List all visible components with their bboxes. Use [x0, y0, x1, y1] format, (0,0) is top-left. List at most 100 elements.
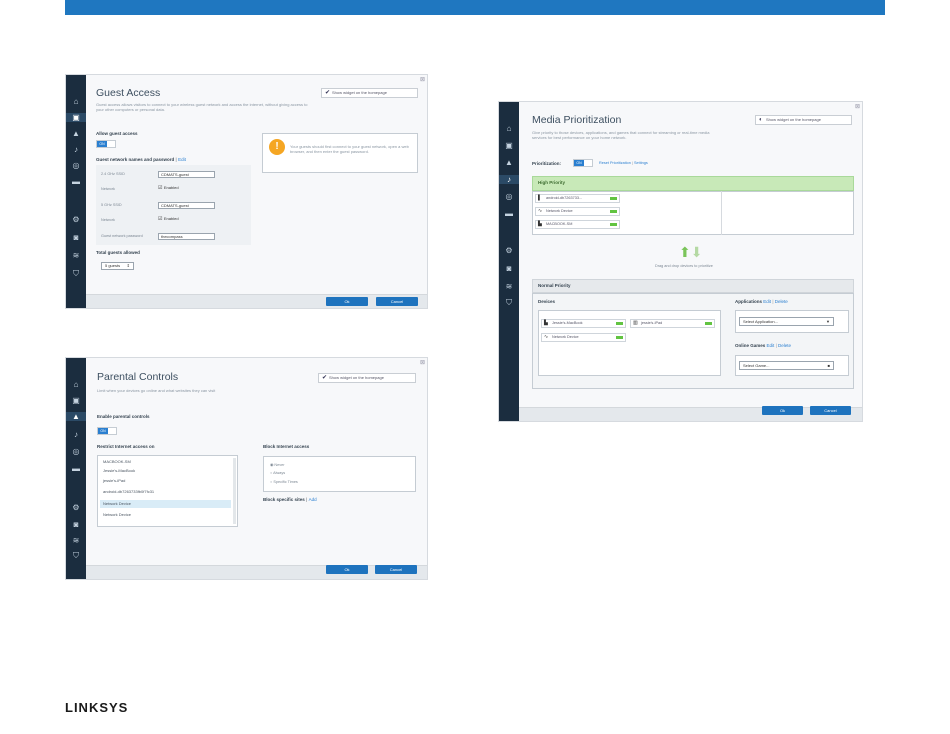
- storage-icon[interactable]: ▬: [70, 177, 82, 186]
- network-label: Network: [101, 187, 115, 191]
- network-map-icon[interactable]: ⌂: [70, 97, 82, 106]
- laptop-icon: ▙: [538, 221, 542, 227]
- guest-access-icon[interactable]: ▣: [70, 396, 82, 405]
- network-device-icon: ∿: [538, 208, 543, 214]
- info-text: Your guests should first connect to your…: [290, 144, 409, 154]
- page-description: Limit when your devices go online and wh…: [97, 388, 216, 393]
- alert-icon[interactable]: ▲: [70, 129, 82, 138]
- troubleshoot-icon[interactable]: ◙: [70, 520, 82, 529]
- security-icon[interactable]: ⛉: [503, 298, 515, 307]
- close-icon[interactable]: ⊠: [420, 359, 425, 366]
- parental-toggle[interactable]: ON: [97, 427, 117, 435]
- storage-icon[interactable]: ▬: [503, 209, 515, 218]
- connectivity-icon[interactable]: ⚙: [503, 246, 515, 255]
- troubleshoot-icon[interactable]: ◙: [70, 233, 82, 242]
- parental-active-icon[interactable]: ▲: [66, 412, 86, 421]
- game-select[interactable]: Select Game... ■: [739, 361, 834, 370]
- list-item[interactable]: MACBOOK-SM: [100, 458, 231, 466]
- list-item[interactable]: Jessie's-MacBook: [100, 467, 231, 475]
- storage-icon[interactable]: ▬: [70, 464, 82, 473]
- speed-icon[interactable]: ◎: [70, 161, 82, 170]
- show-widget-checkbox[interactable]: ✔ Show widget on the homepage: [321, 88, 418, 98]
- troubleshoot-icon[interactable]: ◙: [503, 264, 515, 273]
- ok-button[interactable]: Ok: [326, 565, 368, 574]
- connectivity-icon[interactable]: ⚙: [70, 503, 82, 512]
- list-item-selected[interactable]: Network Device: [100, 500, 231, 508]
- total-guests-select[interactable]: 5 guests ⇕: [101, 262, 134, 270]
- wireless-icon[interactable]: ≋: [70, 251, 82, 260]
- drag-arrows-icon: ⬆⬇: [679, 244, 703, 260]
- chevron-down-icon: ■: [827, 363, 830, 368]
- signal-icon: [616, 322, 623, 325]
- ok-button[interactable]: Ok: [762, 406, 803, 415]
- ghz5-ssid-input[interactable]: CDMATS-guest: [158, 202, 215, 209]
- list-item[interactable]: jessie's-iPad: [100, 477, 231, 485]
- media-icon[interactable]: ♪: [70, 430, 82, 439]
- cancel-button[interactable]: Cancel: [810, 406, 851, 415]
- device-chip[interactable]: ▙ Jessie's-MacBook: [541, 319, 626, 328]
- names-edit-link[interactable]: Edit: [178, 157, 186, 162]
- show-widget-checkbox[interactable]: ✔ Show widget on the homepage: [318, 373, 416, 383]
- show-widget-checkbox[interactable]: ◐ Show widget on the homepage: [755, 115, 852, 125]
- security-icon[interactable]: ⛉: [70, 551, 82, 560]
- speed-icon[interactable]: ◎: [70, 447, 82, 456]
- network-map-icon[interactable]: ⌂: [503, 124, 515, 133]
- radio-never[interactable]: ◉ Never: [270, 462, 285, 467]
- games-delete-link[interactable]: Delete: [778, 343, 791, 348]
- application-select[interactable]: Select Application... ▼: [739, 317, 834, 326]
- guest-password-input[interactable]: thecompass: [158, 233, 215, 240]
- device-chip[interactable]: ▌ android-db7263733...: [535, 194, 620, 203]
- network-5-checkbox[interactable]: ☑ Enabled: [158, 216, 179, 222]
- nav-rail: ⌂ ▣ ▲ ♪ ◎ ▬ ⚙ ◙ ≋ ⛉: [66, 75, 86, 308]
- guest-toggle[interactable]: ON: [96, 140, 116, 148]
- cancel-button[interactable]: Cancel: [375, 565, 417, 574]
- signal-icon: [616, 336, 623, 339]
- radio-specific-label: Specific Times: [273, 480, 298, 484]
- network-label-2: Network: [101, 218, 115, 222]
- cancel-button[interactable]: Cancel: [376, 297, 418, 306]
- network-map-icon[interactable]: ⌂: [70, 380, 82, 389]
- device-chip[interactable]: ▙ MACBOOK-SM: [535, 220, 620, 229]
- media-active-icon[interactable]: ♪: [499, 175, 519, 184]
- games-edit-link[interactable]: Edit: [767, 343, 775, 348]
- settings-link[interactable]: Settings: [634, 161, 648, 165]
- password-label: Guest network password: [101, 234, 143, 238]
- parental-controls-panel: ⌂ ▣ ▲ ♪ ◎ ▬ ⚙ ◙ ≋ ⛉ ⊠ Parental Controls …: [65, 357, 428, 580]
- guest-access-icon[interactable]: ▣: [503, 141, 515, 150]
- wireless-icon[interactable]: ≋: [503, 282, 515, 291]
- check-icon: ✔: [325, 90, 331, 96]
- ok-button[interactable]: Ok: [326, 297, 368, 306]
- block-sites-label: Block specific sites | Add: [263, 497, 317, 502]
- toggle-on-label: ON: [98, 428, 108, 434]
- device-chip[interactable]: ∿ Network Device: [535, 207, 620, 216]
- connectivity-icon[interactable]: ⚙: [70, 215, 82, 224]
- list-item[interactable]: android-db7263733fb0f7fc31: [100, 488, 231, 496]
- scrollbar[interactable]: [233, 458, 236, 524]
- close-icon[interactable]: ⊠: [855, 103, 860, 110]
- wireless-icon[interactable]: ≋: [70, 536, 82, 545]
- game-select-value: Select Game...: [743, 363, 770, 368]
- prioritization-toggle[interactable]: ON: [573, 159, 593, 167]
- security-icon[interactable]: ⛉: [70, 269, 82, 278]
- normal-priority-section: [532, 279, 854, 293]
- close-icon[interactable]: ⊠: [420, 76, 425, 83]
- app-edit-link[interactable]: Edit: [763, 299, 771, 304]
- app-delete-link[interactable]: Delete: [775, 299, 788, 304]
- device-chip[interactable]: ▥ jessie's-iPad: [630, 319, 715, 328]
- parental-icon[interactable]: ♪: [70, 145, 82, 154]
- speed-icon[interactable]: ◎: [503, 192, 515, 201]
- radio-specific[interactable]: ○ Specific Times: [270, 480, 298, 484]
- network-24-checkbox[interactable]: ☑ Enabled: [158, 185, 179, 191]
- radio-never-label: Never: [274, 463, 285, 467]
- ghz24-ssid-input[interactable]: CDMATS-guest: [158, 171, 215, 178]
- divider: [721, 191, 722, 235]
- radio-always[interactable]: ○ Always: [270, 471, 285, 475]
- device-list[interactable]: MACBOOK-SM Jessie's-MacBook jessie's-iPa…: [97, 455, 238, 527]
- online-games-label: Online Games Edit | Delete: [735, 343, 792, 348]
- list-item[interactable]: Network Device: [100, 511, 231, 519]
- device-chip[interactable]: ∿ Network Device: [541, 333, 626, 342]
- block-sites-add-link[interactable]: Add: [309, 497, 317, 502]
- parental-icon[interactable]: ▲: [503, 158, 515, 167]
- reset-link[interactable]: Reset Prioritization | Settings: [599, 161, 648, 165]
- guest-access-icon[interactable]: ▣: [66, 113, 86, 122]
